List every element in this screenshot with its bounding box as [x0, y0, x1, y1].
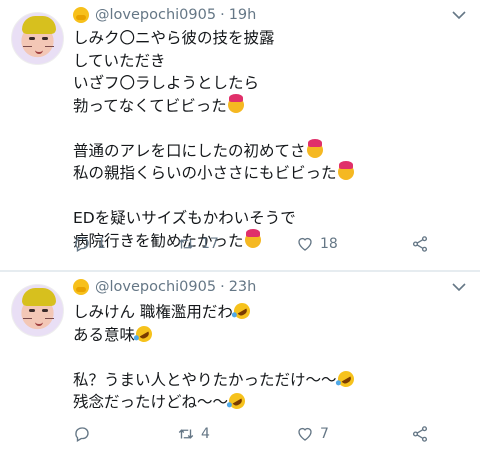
tweet-line: しみけん 職権濫用だわ [73, 300, 468, 324]
tweet-text: しみけん 職権濫用だわ ある意味 私？うまい人とやりたかっただけ〜〜 残念だった… [73, 300, 468, 414]
reply-button[interactable]: 1 [73, 235, 106, 253]
user-handle[interactable]: @lovepochi0905 [95, 279, 216, 295]
retweet-button[interactable]: 17 [177, 235, 219, 253]
like-count: 18 [320, 236, 338, 252]
share-icon [412, 426, 428, 442]
hugging-face-icon [73, 7, 89, 23]
tweet-header: @lovepochi0905 · 19h [73, 5, 256, 25]
separator: · [220, 279, 225, 295]
tweet-line: しみク〇ニやら彼の技を披露 [73, 29, 275, 47]
reply-icon [75, 237, 89, 252]
separator: · [220, 7, 225, 23]
tweet-line: 勃ってなくてビビった [73, 93, 468, 118]
tweet-line: ある意味 [73, 322, 468, 347]
hugging-face-icon [73, 279, 89, 295]
timestamp[interactable]: 19h [229, 7, 257, 23]
chevron-down-icon[interactable] [452, 282, 466, 292]
avatar[interactable] [11, 12, 64, 65]
retweet-count: 4 [201, 426, 210, 442]
retweet-count: 17 [201, 236, 219, 252]
reply-icon [75, 427, 89, 442]
heart-icon [298, 427, 312, 441]
retweet-icon [178, 429, 194, 439]
tweet-actions: 4 7 [73, 425, 453, 447]
reply-count: 1 [97, 236, 106, 252]
like-button[interactable]: 7 [296, 425, 329, 443]
tweet-line: いざフ〇ラしようとしたら [73, 74, 260, 92]
tweet-text: しみク〇ニやら彼の技を披露 していただき いざフ〇ラしようとしたら 勃ってなくて… [73, 27, 468, 252]
rofl-icon [231, 300, 253, 322]
share-icon [412, 236, 428, 252]
like-button[interactable]: 18 [296, 235, 338, 253]
rofl-icon [226, 390, 248, 412]
heart-icon [298, 237, 312, 251]
tweet-line: していただき [73, 51, 166, 70]
tweet-line: 私？うまい人とやりたかっただけ〜〜 [73, 367, 468, 392]
rofl-icon [133, 322, 155, 345]
tweet-line: 私の親指くらいの小ささにもビビった [73, 161, 468, 185]
tweet-header: @lovepochi0905 · 23h [73, 277, 256, 297]
retweet-icon [178, 239, 194, 249]
exploding-head-icon [306, 138, 323, 158]
share-button[interactable] [411, 425, 429, 443]
timestamp[interactable]: 23h [229, 279, 257, 295]
chevron-down-icon[interactable] [452, 10, 466, 20]
exploding-head-icon [227, 93, 244, 113]
tweet-actions: 1 17 18 [73, 235, 453, 257]
user-handle[interactable]: @lovepochi0905 [95, 7, 216, 23]
share-button[interactable] [411, 235, 429, 253]
tweet-line: 普通のアレを口にしたの初めてさ [73, 138, 468, 163]
exploding-head-icon [337, 161, 354, 180]
rofl-icon [334, 367, 357, 390]
like-count: 7 [320, 426, 329, 442]
tweet[interactable]: @lovepochi0905 · 23h しみけん 職権濫用だわ ある意味 私？… [0, 272, 480, 455]
tweet-line: EDを疑いサイズもかわいそうで [73, 209, 296, 227]
tweet-line: 残念だったけどね〜〜 [73, 390, 468, 414]
avatar[interactable] [11, 284, 64, 337]
retweet-button[interactable]: 4 [177, 425, 210, 443]
reply-button[interactable] [73, 425, 97, 443]
tweet[interactable]: @lovepochi0905 · 19h しみク〇ニやら彼の技を披露 していただ… [0, 0, 480, 270]
